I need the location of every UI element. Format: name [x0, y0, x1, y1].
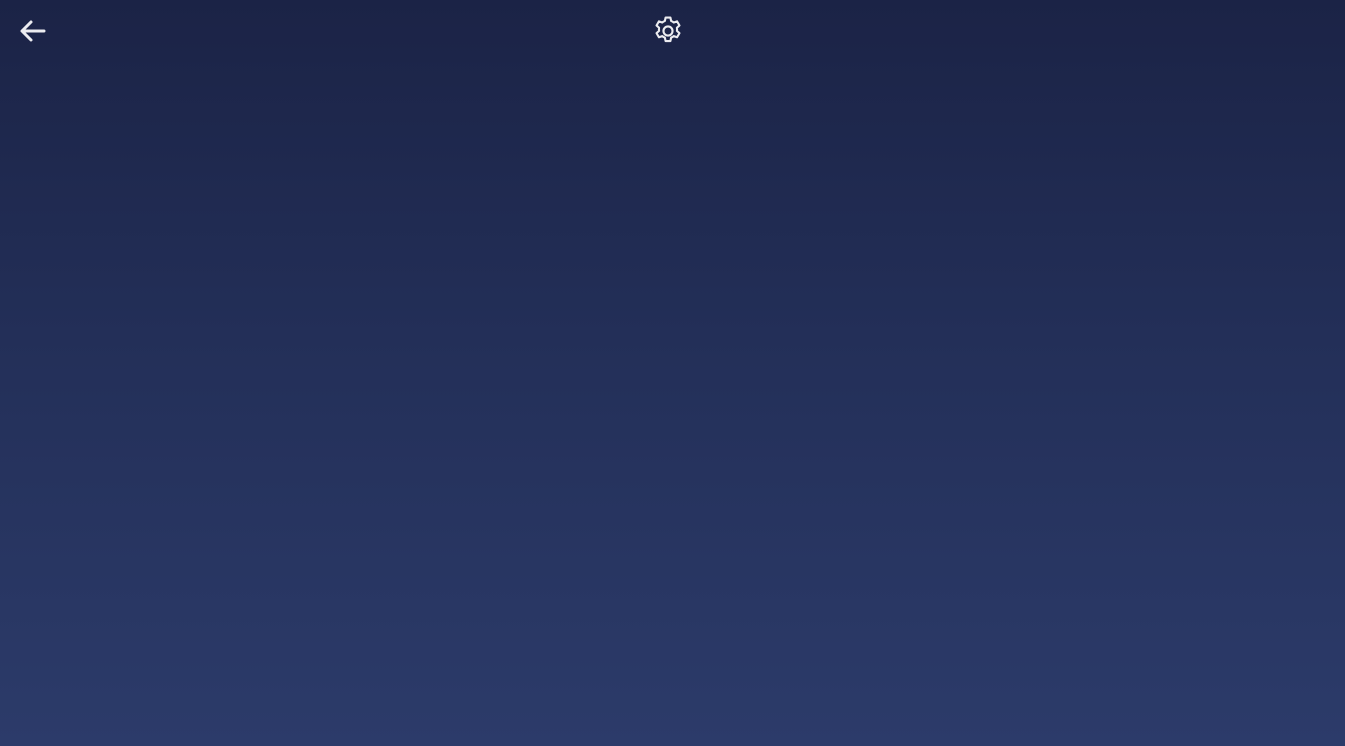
gear-icon: [654, 16, 681, 43]
page-header: [0, 14, 1345, 54]
